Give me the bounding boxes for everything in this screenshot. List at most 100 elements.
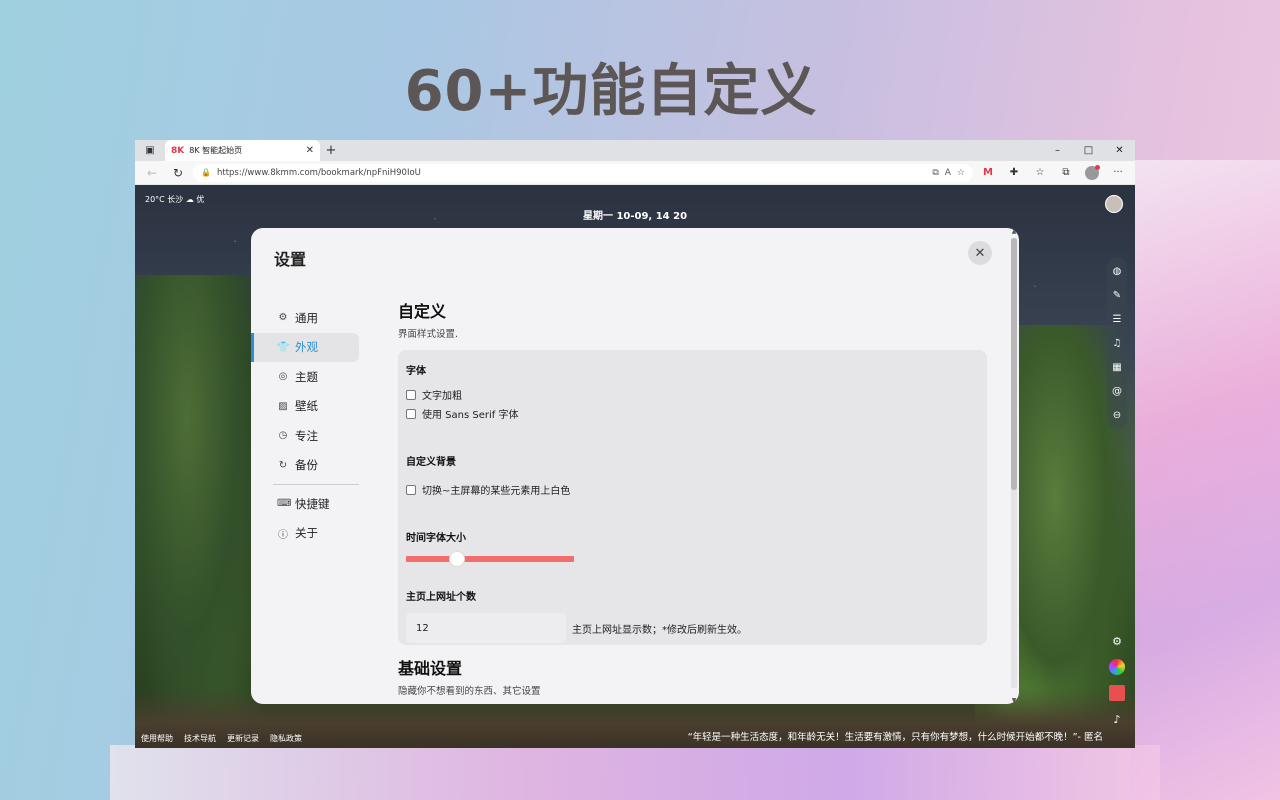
hero-title: 60+功能自定义	[404, 59, 818, 124]
window-controls: – □ ✕	[1042, 140, 1135, 161]
open-app-icon[interactable]: ⧉	[932, 168, 938, 178]
menu-item-wallpaper[interactable]: ▨ 壁纸	[251, 392, 371, 422]
url-count-input[interactable]: 12	[406, 613, 566, 643]
volume-icon[interactable]: ♪	[1109, 711, 1125, 727]
bell-icon[interactable]: ♫	[1109, 335, 1125, 351]
url-field[interactable]: 🔒 https://www.8kmm.com/bookmark/npFniH90…	[193, 163, 973, 182]
weather-widget[interactable]: 20°C 长沙 ☁ 优	[145, 194, 204, 205]
keyboard-icon: ⌨	[277, 498, 292, 510]
shirt-icon: 👕	[277, 341, 290, 353]
menu-item-theme[interactable]: ◎ 主题	[251, 362, 371, 392]
settings-content: 自定义 界面样式设置. 字体 文字加粗 使用 Sans Serif 字体 自定义…	[398, 298, 988, 697]
menu-item-backup[interactable]: ↻ 备份	[251, 451, 371, 481]
gear-icon: ⚙	[278, 312, 288, 324]
scrollbar-thumb[interactable]	[1011, 238, 1017, 490]
sans-serif-checkbox[interactable]	[406, 408, 416, 419]
url-count-hint: 主页上网址显示数；*修改后刷新生效。	[572, 624, 747, 636]
white-elements-label: 切换~主屏幕的某些元素用上白色	[422, 486, 571, 497]
time-font-size-slider[interactable]	[406, 551, 574, 567]
more-circle-icon[interactable]: ⊖	[1109, 407, 1125, 423]
font-group-title: 字体	[406, 366, 426, 377]
time-font-size-title: 时间字体大小	[406, 533, 466, 544]
sans-serif-option[interactable]: 使用 Sans Serif 字体	[406, 406, 979, 421]
url-count-row: 12 主页上网址显示数；*修改后刷新生效。	[406, 613, 979, 643]
footer-link-nav[interactable]: 技术导航	[184, 733, 216, 744]
section-subtitle-custom: 界面样式设置.	[398, 329, 459, 340]
refresh-icon[interactable]: ↻	[167, 163, 189, 183]
footer-link-help[interactable]: 使用帮助	[141, 733, 173, 744]
palette-icon: ◎	[278, 371, 288, 383]
more-menu-icon[interactable]: ···	[1107, 163, 1129, 183]
menu-item-shortcuts[interactable]: ⌨ 快捷键	[251, 489, 371, 519]
menu-item-label: 壁纸	[295, 399, 318, 414]
maximize-button[interactable]: □	[1073, 140, 1104, 161]
profile-avatar-image	[1085, 164, 1100, 180]
lock-icon: 🔒	[201, 168, 211, 177]
list-icon[interactable]: ☰	[1109, 311, 1125, 327]
extension-8k-icon[interactable]: M	[977, 163, 999, 183]
trees-left	[135, 275, 265, 748]
footer-link-privacy[interactable]: 隐私政策	[270, 733, 302, 744]
favicon-icon: 8K	[171, 145, 185, 156]
white-elements-option[interactable]: 切换~主屏幕的某些元素用上白色	[406, 482, 979, 497]
note-icon[interactable]: ✎	[1109, 287, 1125, 303]
collections-icon[interactable]: ⧉	[1055, 163, 1077, 183]
side-dock-bottom: ⚙ ♪	[1109, 633, 1125, 727]
close-icon: ✕	[974, 245, 986, 261]
bold-text-checkbox[interactable]	[406, 389, 416, 400]
side-dock: ◍ ✎ ☰ ♫ ▦ @ ⊖	[1107, 257, 1127, 429]
custom-settings-card: 字体 文字加粗 使用 Sans Serif 字体 自定义背景 切换~主屏幕的某些…	[398, 350, 987, 645]
background-crystal-bottom	[110, 745, 1160, 800]
tab-title: 8K 智能起始页	[189, 146, 243, 155]
menu-item-label: 外观	[295, 340, 318, 355]
start-page: 20°C 长沙 ☁ 优 星期一 10-09, 14 20 ◍ ✎ ☰ ♫ ▦ @…	[135, 185, 1135, 748]
tab-actions-icon[interactable]: ▣	[135, 140, 165, 161]
timer-icon: ◷	[278, 430, 288, 442]
browser-tab[interactable]: 8K 8K 智能起始页 ✕	[165, 140, 320, 161]
close-window-button[interactable]: ✕	[1104, 140, 1135, 161]
bold-text-option[interactable]: 文字加粗	[406, 387, 979, 402]
menu-item-about[interactable]: ⓘ 关于	[251, 519, 371, 549]
globe-icon[interactable]: ◍	[1109, 263, 1125, 279]
user-avatar[interactable]	[1105, 195, 1123, 213]
scroll-up-icon[interactable]: ▲	[1009, 228, 1019, 235]
settings-gear-icon[interactable]: ⚙	[1109, 633, 1125, 649]
menu-item-label: 专注	[295, 428, 318, 443]
new-tab-button[interactable]: +	[320, 140, 342, 161]
theme-palette-icon[interactable]	[1109, 659, 1125, 675]
menu-item-label: 快捷键	[295, 496, 330, 511]
menu-item-label: 主题	[295, 369, 318, 384]
menu-item-general[interactable]: ⚙ 通用	[251, 303, 371, 333]
info-icon: ⓘ	[278, 529, 288, 541]
white-elements-checkbox[interactable]	[406, 484, 416, 495]
address-bar-row: ← ↻ 🔒 https://www.8kmm.com/bookmark/npFn…	[135, 161, 1135, 185]
dialog-scrollbar[interactable]: ▲ ▼	[1009, 228, 1019, 704]
dialog-close-button[interactable]: ✕	[968, 241, 992, 265]
menu-item-label: 通用	[295, 310, 318, 325]
slider-knob[interactable]	[449, 551, 465, 567]
calendar-icon[interactable]: ▦	[1109, 359, 1125, 375]
background-crystal-right	[1130, 160, 1280, 800]
profile-avatar[interactable]	[1081, 163, 1103, 183]
wallpaper-icon[interactable]	[1109, 685, 1125, 701]
menu-item-label: 备份	[295, 458, 318, 473]
tab-bar: ▣ 8K 8K 智能起始页 ✕ + – □ ✕	[135, 140, 1135, 161]
sans-serif-label: 使用 Sans Serif 字体	[422, 410, 519, 421]
favorites-icon[interactable]: ☆	[1029, 163, 1051, 183]
daily-quote: “年轻是一种生活态度，和年龄无关！生活要有激情，只有你有梦想，什么时候开始都不晚…	[687, 732, 1103, 743]
at-icon[interactable]: @	[1109, 383, 1125, 399]
extensions-puzzle-icon[interactable]: ✚	[1003, 163, 1025, 183]
back-icon[interactable]: ←	[141, 163, 163, 183]
menu-divider	[273, 484, 359, 485]
favorite-star-icon[interactable]: ☆	[957, 168, 965, 178]
minimize-button[interactable]: –	[1042, 140, 1073, 161]
section-subtitle-basic: 隐藏你不想看到的东西、其它设置	[398, 686, 541, 697]
menu-item-appearance[interactable]: 👕 外观	[251, 332, 359, 362]
tab-close-icon[interactable]: ✕	[306, 145, 314, 156]
scroll-down-icon[interactable]: ▼	[1009, 697, 1019, 704]
menu-item-focus[interactable]: ◷ 专注	[251, 421, 371, 451]
menu-item-label: 关于	[295, 526, 318, 541]
background-group-title: 自定义背景	[406, 457, 456, 468]
read-aloud-icon[interactable]: A	[945, 168, 951, 178]
footer-link-changelog[interactable]: 更新记录	[227, 733, 259, 744]
